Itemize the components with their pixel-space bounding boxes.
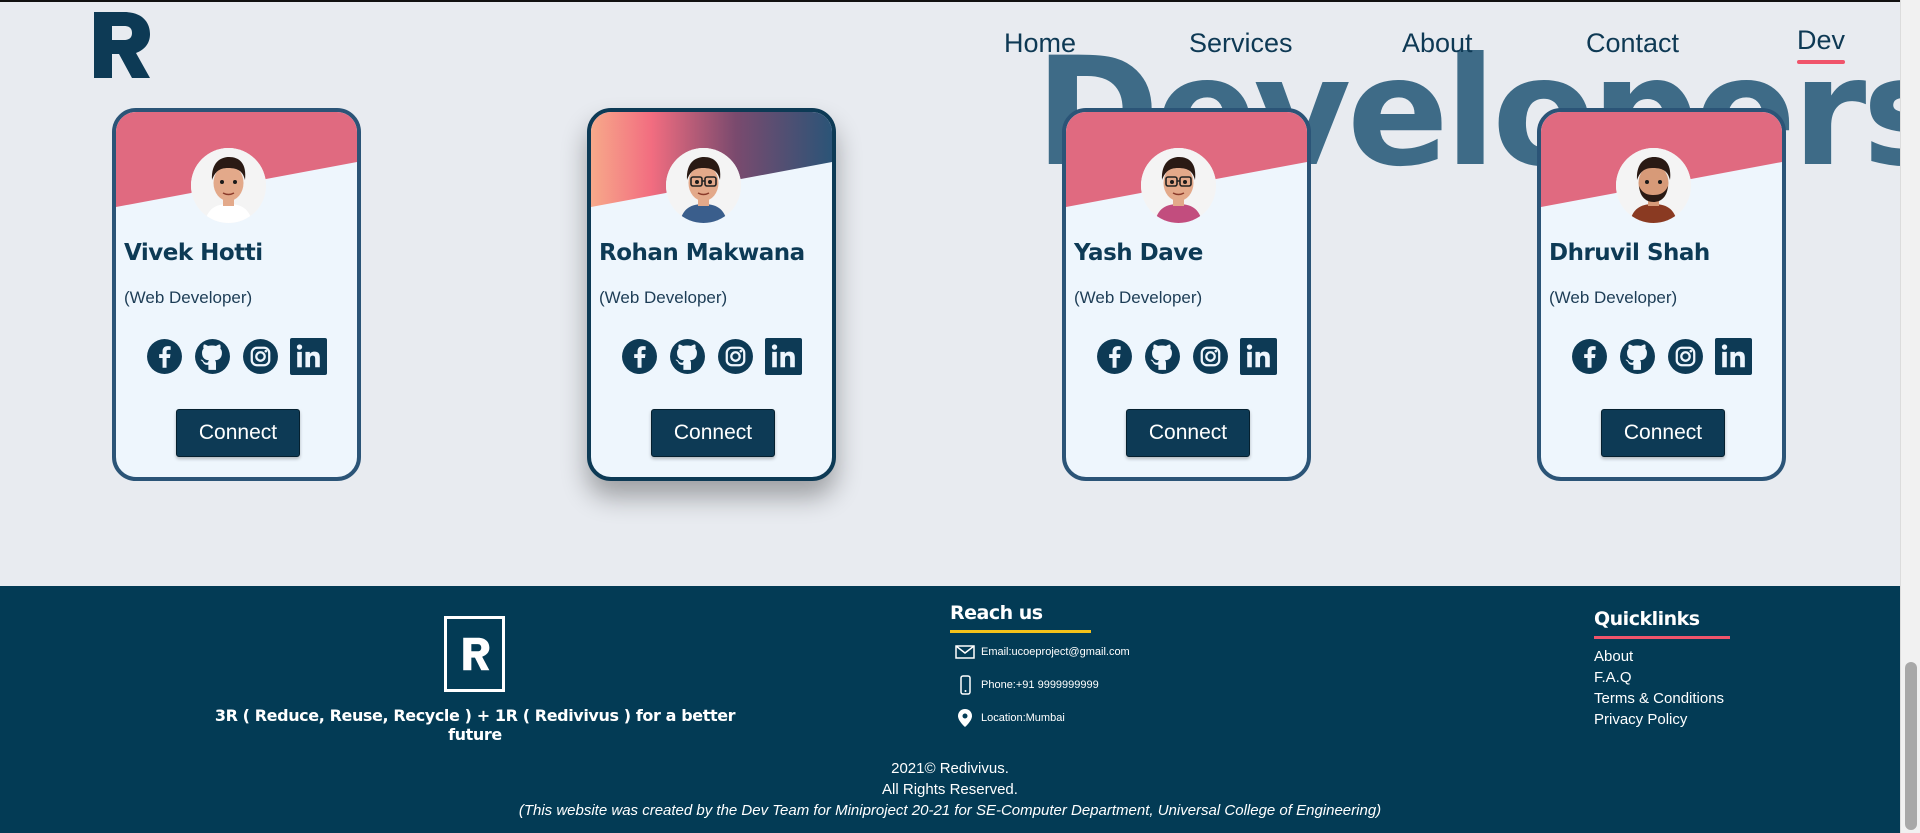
linkedin-icon	[1715, 338, 1752, 375]
developer-avatar	[1141, 148, 1216, 223]
linkedin-icon	[290, 338, 327, 375]
facebook-icon	[1571, 338, 1608, 375]
page-scrollbar[interactable]	[1900, 0, 1920, 833]
footer-tagline: 3R ( Reduce, Reuse, Recycle ) + 1R ( Red…	[214, 706, 736, 744]
nav-home[interactable]: Home	[1004, 28, 1076, 59]
developer-role: (Web Developer)	[1549, 288, 1678, 307]
instagram-icon	[717, 338, 754, 375]
reach-phone-text: Phone:+91 9999999999	[981, 679, 1099, 691]
facebook-link[interactable]	[1096, 338, 1133, 375]
developer-name: Rohan Makwana	[599, 240, 805, 266]
reach-us-title: Reach us	[950, 602, 1043, 624]
connect-button[interactable]: Connect	[1601, 409, 1725, 457]
nav-services[interactable]: Services	[1189, 28, 1293, 59]
facebook-icon	[1096, 338, 1133, 375]
github-link[interactable]	[1144, 338, 1181, 375]
reach-email-text: Email:ucoeproject@gmail.com	[981, 646, 1130, 658]
footer-logo-icon[interactable]	[444, 616, 505, 692]
developer-card: Vivek Hotti (Web Developer) Connect	[112, 108, 361, 481]
linkedin-link[interactable]	[1240, 338, 1277, 375]
instagram-link[interactable]	[717, 338, 754, 375]
instagram-icon	[242, 338, 279, 375]
reach-underline	[950, 630, 1091, 633]
instagram-icon	[1192, 338, 1229, 375]
quicklink-privacy[interactable]: Privacy Policy	[1594, 709, 1724, 730]
rights-text: All Rights Reserved.	[882, 781, 1018, 798]
github-link[interactable]	[194, 338, 231, 375]
social-links	[146, 338, 327, 375]
location-pin-icon	[958, 709, 972, 727]
facebook-link[interactable]	[1571, 338, 1608, 375]
developer-name: Yash Dave	[1074, 240, 1203, 266]
credit-text: (This website was created by the Dev Tea…	[518, 802, 1382, 819]
reach-phone[interactable]: Phone:+91 9999999999	[955, 675, 1099, 695]
phone-icon	[960, 675, 971, 695]
quicklinks-title: Quicklinks	[1594, 608, 1700, 630]
footer: 3R ( Reduce, Reuse, Recycle ) + 1R ( Red…	[0, 586, 1900, 833]
facebook-link[interactable]	[621, 338, 658, 375]
developer-avatar	[1616, 148, 1691, 223]
nav-contact[interactable]: Contact	[1586, 28, 1679, 59]
nav-about[interactable]: About	[1402, 28, 1473, 59]
quicklinks-list: About F.A.Q Terms & Conditions Privacy P…	[1594, 646, 1724, 730]
reach-location[interactable]: Location:Mumbai	[955, 708, 1065, 728]
developer-card: Dhruvil Shah (Web Developer) Connect	[1537, 108, 1786, 481]
instagram-link[interactable]	[242, 338, 279, 375]
github-icon	[1619, 338, 1656, 375]
instagram-link[interactable]	[1192, 338, 1229, 375]
mail-icon	[955, 645, 975, 659]
quicklink-faq[interactable]: F.A.Q	[1594, 667, 1724, 688]
main-nav: Home Services About Contact Dev	[1000, 25, 1880, 68]
developer-card: Rohan Makwana (Web Developer) Connect	[587, 108, 836, 481]
linkedin-link[interactable]	[290, 338, 327, 375]
reach-location-text: Location:Mumbai	[981, 712, 1065, 724]
developer-role: (Web Developer)	[124, 288, 253, 307]
developer-role: (Web Developer)	[599, 288, 728, 307]
reach-email[interactable]: Email:ucoeproject@gmail.com	[955, 642, 1130, 662]
github-link[interactable]	[1619, 338, 1656, 375]
window-top-border	[0, 0, 1920, 2]
connect-button[interactable]: Connect	[1126, 409, 1250, 457]
quicklink-about[interactable]: About	[1594, 646, 1724, 667]
developer-card: Yash Dave (Web Developer) Connect	[1062, 108, 1311, 481]
quicklink-terms[interactable]: Terms & Conditions	[1594, 688, 1724, 709]
r-logo-icon[interactable]	[94, 12, 150, 78]
nav-dev[interactable]: Dev	[1797, 25, 1846, 64]
developer-avatar	[191, 148, 266, 223]
github-link[interactable]	[669, 338, 706, 375]
scrollbar-thumb[interactable]	[1905, 662, 1917, 830]
linkedin-link[interactable]	[1715, 338, 1752, 375]
linkedin-link[interactable]	[765, 338, 802, 375]
developer-role: (Web Developer)	[1074, 288, 1203, 307]
facebook-link[interactable]	[146, 338, 183, 375]
github-icon	[669, 338, 706, 375]
developer-name: Vivek Hotti	[124, 240, 263, 266]
developer-name: Dhruvil Shah	[1549, 240, 1710, 266]
linkedin-icon	[765, 338, 802, 375]
github-icon	[1144, 338, 1181, 375]
facebook-icon	[146, 338, 183, 375]
instagram-link[interactable]	[1667, 338, 1704, 375]
facebook-icon	[621, 338, 658, 375]
connect-button[interactable]: Connect	[651, 409, 775, 457]
instagram-icon	[1667, 338, 1704, 375]
linkedin-icon	[1240, 338, 1277, 375]
developer-avatar	[666, 148, 741, 223]
social-links	[1571, 338, 1752, 375]
social-links	[1096, 338, 1277, 375]
connect-button[interactable]: Connect	[176, 409, 300, 457]
copyright-text: 2021© Redivivus.	[891, 760, 1009, 777]
github-icon	[194, 338, 231, 375]
social-links	[621, 338, 802, 375]
quicklinks-underline	[1594, 636, 1730, 639]
